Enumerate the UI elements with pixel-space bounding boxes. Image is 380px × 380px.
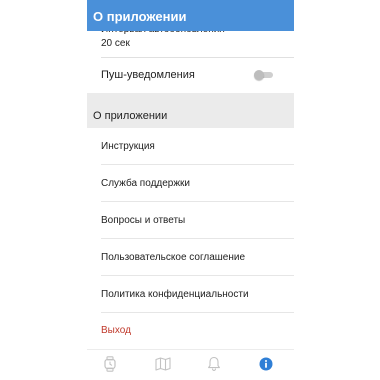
menu-item-instructions[interactable]: Инструкция [87,128,294,165]
bell-icon [207,356,221,377]
logout-button[interactable]: Выход [87,312,294,349]
menu-item-faq[interactable]: Вопросы и ответы [87,202,294,239]
menu-item-label: Пользовательское соглашение [101,252,246,263]
section-header-about: О приложении [87,93,294,128]
toggle-thumb [254,70,264,80]
nav-watch-button[interactable] [102,355,118,377]
menu-item-label: Политика конфиденциальности [101,289,249,300]
menu-item-label: Служба поддержки [101,178,191,189]
watch-icon [103,355,117,377]
menu-item-user-agreement[interactable]: Пользовательское соглашение [87,239,294,276]
info-icon [259,357,273,376]
nav-map-button[interactable] [155,356,171,376]
nav-about-button[interactable] [258,357,274,376]
menu-item-label: Вопросы и ответы [101,215,186,226]
page-title: О приложении [93,9,187,24]
map-icon [155,356,171,376]
menu-item-label: Инструкция [101,141,155,152]
push-notifications-row[interactable]: Пуш-уведомления [87,57,294,93]
app-bar: О приложении [87,0,294,31]
section-header-label: О приложении [93,110,168,122]
app-screen: О приложении Интервал автообновления 20 … [87,0,294,380]
push-notifications-label: Пуш-уведомления [101,69,195,81]
logout-label: Выход [101,325,131,336]
menu-item-support[interactable]: Служба поддержки [87,165,294,202]
bottom-nav [87,349,294,380]
menu-item-privacy-policy[interactable]: Политика конфиденциальности [87,276,294,313]
autoupdate-interval-value: 20 сек [101,38,130,49]
nav-notifications-button[interactable] [206,356,222,377]
push-notifications-toggle[interactable] [254,70,274,80]
